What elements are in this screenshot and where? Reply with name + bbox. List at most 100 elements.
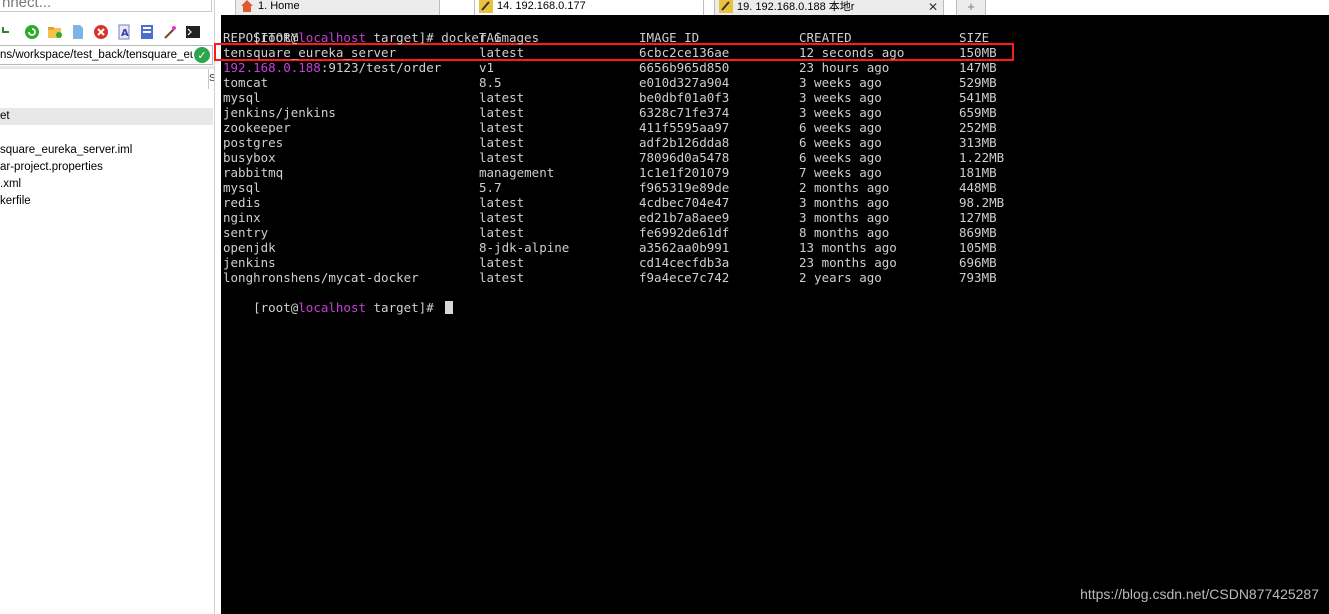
cell-created: 6 weeks ago [799,120,882,135]
cell-repository: redis [223,195,261,210]
cell-image-id: adf2b126dda8 [639,135,730,150]
cell-tag: latest [479,210,525,225]
cell-image-id: be0dbf01a0f3 [639,90,730,105]
file-item[interactable]: et [0,110,10,122]
cell-tag: latest [479,225,525,240]
cell-image-id: cd14cecfdb3a [639,255,730,270]
cell-repository: jenkins/jenkins [223,105,336,120]
cell-repository: mysql [223,180,261,195]
cell-image-id: 4cdbec704e47 [639,195,730,210]
cell-image-id: 78096d0a5478 [639,150,730,165]
cell-repository: tomcat [223,75,269,90]
cell-size: 181MB [959,165,997,180]
cell-size: 541MB [959,90,997,105]
table-row: openjdk 8-jdk-alpine a3562aa0b991 13 months… [223,240,1223,255]
cell-repository: openjdk [223,240,276,255]
terminal[interactable]: [root@localhost target]# docker images R… [214,15,1329,614]
cell-image-id: f965319e89de [639,180,730,195]
wand-icon[interactable] [161,23,179,41]
cell-created: 12 seconds ago [799,45,905,60]
go-check-icon[interactable]: ✓ [194,47,210,63]
refresh-icon[interactable] [23,23,41,41]
tab-session-188[interactable]: 19. 192.168.0.188 本地r ✕ [714,0,944,15]
properties-icon[interactable] [138,23,156,41]
cell-created: 2 months ago [799,180,890,195]
cell-created: 23 hours ago [799,60,890,75]
new-tab-button[interactable]: + [956,0,986,15]
cell-tag: latest [479,105,525,120]
cell-tag: latest [479,195,525,210]
table-row: jenkins latest cd14cecfdb3a 23 months ago 69… [223,255,1223,270]
tab-home[interactable]: 1. Home [235,0,440,15]
cell-tag: 5.7 [479,180,502,195]
file-item[interactable]: square_eureka_server.iml [0,144,132,156]
table-row: sentry latest fe6992de61df 8 months ago 869M… [223,225,1223,240]
table-row: postgres latest adf2b126dda8 6 weeks ago 313… [223,135,1223,150]
cell-created: 8 months ago [799,225,890,240]
file-item[interactable]: kerfile [0,195,31,207]
path-field[interactable]: ns/workspace/test_back/tensquare_eur ✓ [0,45,213,65]
cell-image-id: fe6992de61df [639,225,730,240]
size-column-header[interactable]: S [209,73,214,84]
cell-size: 147MB [959,60,997,75]
repository-ip: 192.168.0.188 [223,60,321,75]
cell-image-id: 6cbc2ce136ae [639,45,730,60]
cell-tag: 8.5 [479,75,502,90]
delete-icon[interactable] [92,23,110,41]
cell-image-id: 6656b965d850 [639,60,730,75]
table-row: busybox latest 78096d0a5478 6 weeks ago 1.22… [223,150,1223,165]
cell-repository: sentry [223,225,269,240]
cell-size: 529MB [959,75,997,90]
cell-tag: latest [479,45,525,60]
cell-tag: v1 [479,60,495,75]
cell-created: 3 months ago [799,210,890,225]
cell-size: 313MB [959,135,997,150]
cell-repository: rabbitmq [223,165,284,180]
header-image-id: IMAGE ID [639,30,700,45]
table-row: zookeeper latest 411f5595aa97 6 weeks ago 25… [223,120,1223,135]
tab-session-177[interactable]: 14. 192.168.0.177 [474,0,704,15]
prompt-dir: target]# [366,300,442,315]
table-row: tensquare_eureka_server latest 6cbc2ce136a… [223,45,1223,60]
selected-file-row[interactable] [0,108,213,125]
header-tag: TAG [479,30,502,45]
cell-tag: 8-jdk-alpine [479,240,570,255]
table-row: 192.168.0.188:9123/test/order v1 6656b965d… [223,60,1223,75]
new-file-icon[interactable] [69,23,87,41]
new-folder-icon[interactable] [46,23,64,41]
cell-repository: jenkins [223,255,276,270]
cell-repository: nginx [223,210,261,225]
cell-repository: mysql [223,90,261,105]
prompt-user: [root@ [253,300,299,315]
cell-tag: latest [479,90,525,105]
connect-input[interactable]: nnect... [0,0,212,12]
cell-created: 3 months ago [799,195,890,210]
session-tab-bar: 1. Home 14. 192.168.0.177 19. 192.168.0.… [217,0,1329,15]
table-row: mysql 5.7 f965319e89de 2 months ago 448MB [223,180,1223,195]
cell-created: 23 months ago [799,255,897,270]
path-text: ns/workspace/test_back/tensquare_eur [0,49,193,61]
back-arrow-icon[interactable] [0,23,18,41]
cell-image-id: 411f5595aa97 [639,120,730,135]
close-icon[interactable]: ✕ [928,0,938,14]
plus-icon: + [967,0,975,14]
cell-size: 696MB [959,255,997,270]
header-size: SIZE [959,30,990,45]
home-icon [240,0,254,13]
cell-size: 659MB [959,105,997,120]
cell-image-id: e010d327a904 [639,75,730,90]
cell-image-id: 1c1e1f201079 [639,165,730,180]
command-line: [root@localhost target]# docker images [223,15,539,45]
file-item[interactable]: .xml [0,178,21,190]
header-created: CREATED [799,30,852,45]
repository-path: :9123/test/order [320,60,442,75]
rename-icon[interactable]: A [115,23,133,41]
file-list-header [0,66,214,69]
cell-image-id: ed21b7a8aee9 [639,210,730,225]
file-item[interactable]: ar-project.properties [0,161,103,173]
cell-size: 105MB [959,240,997,255]
terminal-tab-icon [479,0,493,13]
terminal-icon[interactable] [184,23,202,41]
table-header: REPOSITORY TAG IMAGE ID CREATED SIZE [223,30,1223,45]
cell-created: 6 weeks ago [799,135,882,150]
